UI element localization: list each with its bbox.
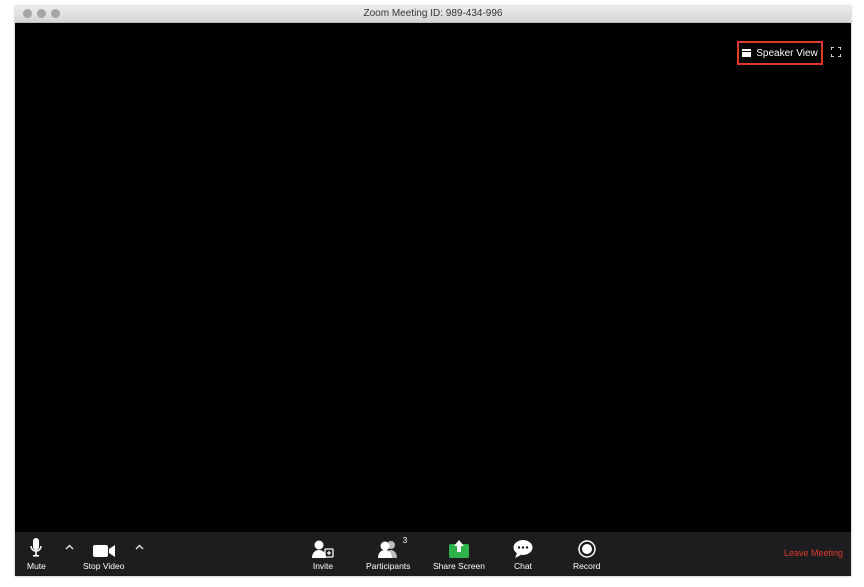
record-icon [577, 540, 596, 558]
chevron-up-icon [65, 544, 74, 550]
audio-options-caret[interactable] [65, 542, 74, 553]
stop-video-label: Stop Video [83, 561, 125, 571]
chevron-up-icon [135, 544, 144, 550]
video-options-caret[interactable] [135, 542, 144, 553]
participants-icon [378, 541, 398, 558]
participants-count: 3 [402, 536, 408, 545]
record-label: Record [573, 561, 601, 571]
fullscreen-button[interactable] [829, 45, 843, 59]
share-screen-button[interactable]: Share Screen [433, 536, 485, 571]
window-title: Zoom Meeting ID: 989-434-996 [363, 8, 503, 19]
share-screen-icon [448, 540, 469, 558]
chat-label: Chat [514, 561, 532, 571]
participants-label: Participants [366, 561, 411, 571]
fullscreen-icon [831, 47, 841, 57]
speaker-view-label: Speaker View [756, 47, 818, 59]
mute-button[interactable]: Mute [27, 536, 46, 571]
meeting-toolbar: Mute Stop Video Invite 3 Participants Sh… [15, 532, 851, 576]
participants-button[interactable]: 3 Participants [366, 536, 410, 571]
video-area: Speaker View [15, 23, 851, 532]
zoom-window: Zoom Meeting ID: 989-434-996 Speaker Vie… [15, 6, 851, 576]
chat-button[interactable]: Chat [513, 536, 533, 571]
invite-button[interactable]: Invite [312, 536, 334, 571]
stop-video-button[interactable]: Stop Video [83, 536, 124, 571]
video-camera-icon [92, 545, 115, 557]
title-bar: Zoom Meeting ID: 989-434-996 [15, 6, 851, 23]
mute-label: Mute [27, 561, 46, 571]
invite-label: Invite [312, 561, 334, 571]
leave-meeting-button[interactable]: Leave Meeting [784, 548, 843, 558]
microphone-icon [30, 538, 43, 557]
chat-bubble-icon [513, 540, 533, 558]
record-button[interactable]: Record [573, 536, 600, 571]
speaker-view-button[interactable]: Speaker View [737, 41, 823, 65]
invite-user-icon [312, 540, 334, 558]
speaker-view-icon [742, 49, 752, 57]
share-screen-label: Share Screen [433, 561, 485, 571]
